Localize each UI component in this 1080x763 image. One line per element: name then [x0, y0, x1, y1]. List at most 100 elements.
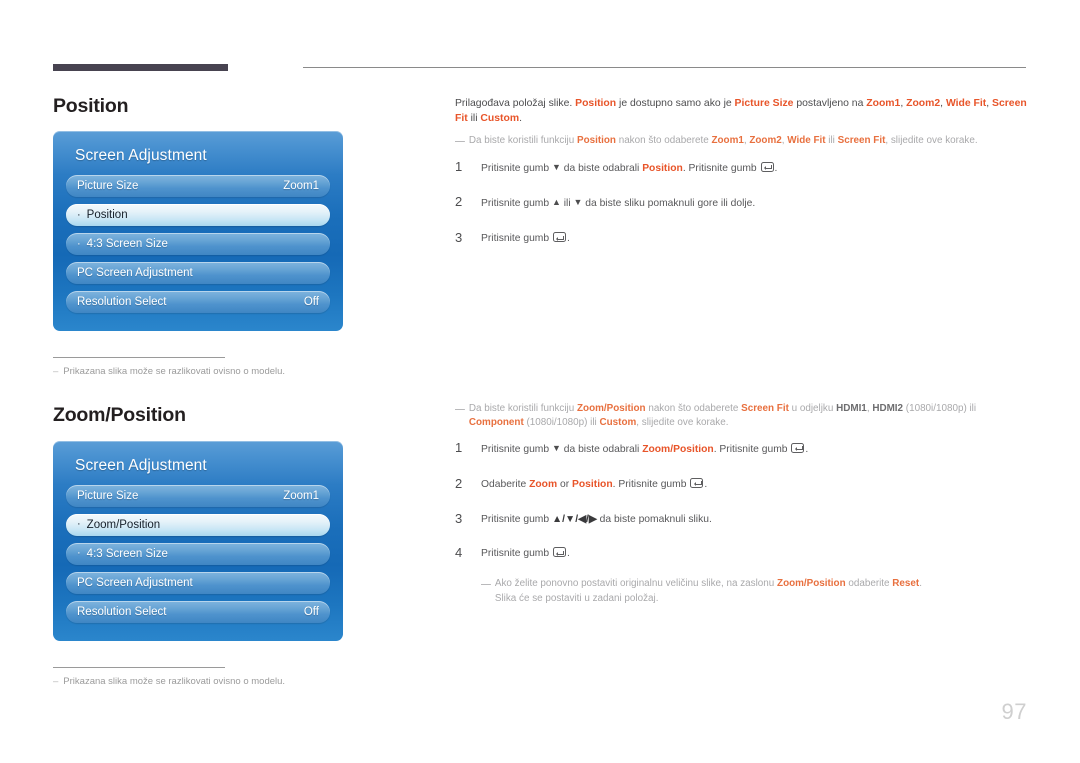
position-step-list: 1 Pritisnite gumb ▼ da biste odabrali Po… — [455, 159, 1027, 248]
note-text: odaberite — [845, 578, 893, 590]
bullet-icon: · — [77, 208, 81, 221]
osd-row-text: PC Screen Adjustment — [77, 267, 193, 280]
step-fragment: ili — [560, 198, 574, 210]
step-fragment: Pritisnite gumb — [481, 233, 552, 245]
enter-key-icon — [552, 232, 566, 243]
osd-row-zoom-position[interactable]: · Zoom/Position — [66, 513, 330, 536]
osd-row-43-screen-size[interactable]: · 4:3 Screen Size — [66, 233, 330, 256]
note-text: Da biste koristili funkciju — [468, 135, 577, 147]
footnote: – Prikazana slika može se razlikovati ov… — [53, 676, 353, 689]
step-fragment: da biste odabrali — [560, 443, 643, 455]
footnote-divider — [53, 666, 225, 668]
osd-row-text: Picture Size — [77, 489, 139, 502]
keyword-wide-fit: Wide Fit — [787, 135, 826, 147]
keyword-position: Position — [572, 478, 613, 490]
step-number: 2 — [455, 475, 463, 491]
keyword-screen-fit: Screen Fit — [837, 135, 886, 147]
note-dash: — — [455, 404, 465, 415]
footnote-block-zoom-position: – Prikazana slika može se razlikovati ov… — [53, 666, 353, 689]
osd-row-resolution-select[interactable]: Resolution Select Off — [66, 600, 330, 623]
osd-row-label: · Zoom/Position — [77, 519, 160, 531]
step-fragment: or — [557, 478, 573, 490]
note-text: , slijedite ove korake. — [885, 135, 978, 147]
step-text: Pritisnite gumb ▼ da biste odabrali Posi… — [481, 160, 1027, 177]
footnote-text: Prikazana slika može se razlikovati ovis… — [63, 366, 286, 378]
osd-row-resolution-select[interactable]: Resolution Select Off — [66, 291, 330, 314]
keyword-component: Component — [468, 417, 524, 429]
arrow-up-icon: ▲ — [551, 197, 561, 208]
osd-row-label: · 4:3 Screen Size — [77, 238, 168, 250]
keyword-position: Position — [575, 98, 617, 109]
keyword-wide-fit: Wide Fit — [945, 98, 987, 109]
bullet-icon: · — [77, 547, 81, 560]
step-text: Odaberite Zoom or Position. Pritisnite g… — [481, 477, 1027, 493]
keyword-zoom-position: Zoom/Position — [642, 443, 714, 455]
step-fragment: da biste sliku pomaknuli gore ili dolje. — [582, 198, 756, 210]
zoom-position-note: — Da biste koristili funkciju Zoom/Posit… — [455, 402, 1027, 431]
step-fragment: . Pritisnite gumb — [682, 162, 760, 174]
bullet-icon: · — [77, 237, 81, 250]
step-item: 1 Pritisnite gumb ▼ da biste odabrali Zo… — [455, 441, 1027, 458]
position-instructions: Prilagođava položaj slike. Position je d… — [455, 96, 1027, 266]
osd-row-picture-size[interactable]: Picture Size Zoom1 — [66, 175, 330, 198]
keyword-zoom-position: Zoom/Position — [577, 403, 646, 414]
footnote-divider — [53, 357, 225, 359]
note-text: u odjeljku — [788, 403, 837, 414]
osd-row-text: Picture Size — [77, 180, 139, 193]
enter-key-icon — [552, 547, 566, 558]
header-rule-thick — [53, 64, 228, 71]
osd-row-pc-screen-adjustment[interactable]: PC Screen Adjustment — [66, 571, 330, 594]
step-text: Pritisnite gumb ▲/▼/◀/▶ da biste pomaknu… — [481, 512, 1027, 528]
page-header-rules — [53, 64, 1026, 76]
osd-row-text: Position — [86, 209, 128, 222]
step-fragment: da biste odabrali — [560, 162, 643, 174]
osd-row-value: Zoom1 — [283, 489, 319, 502]
keyword-zoom2: Zoom2 — [906, 98, 941, 109]
step-fragment: da biste pomaknuli sliku. — [596, 513, 712, 525]
step-text: Pritisnite gumb . — [481, 546, 1027, 562]
keyword-zoom-position: Zoom/Position — [777, 578, 846, 590]
keyword-zoom1: Zoom1 — [866, 98, 901, 109]
keyword-reset: Reset — [892, 578, 920, 590]
osd-row-label: · Position — [77, 209, 128, 221]
osd-row-value: Off — [303, 296, 319, 309]
intro-text: Prilagođava položaj slike. — [455, 98, 576, 109]
keyword-zoom2: Zoom2 — [749, 135, 782, 147]
osd-row-text: 4:3 Screen Size — [86, 547, 168, 560]
osd-row-pc-screen-adjustment[interactable]: PC Screen Adjustment — [66, 262, 330, 285]
osd-row-43-screen-size[interactable]: · 4:3 Screen Size — [66, 542, 330, 565]
osd-row-label: PC Screen Adjustment — [77, 577, 193, 589]
osd-row-picture-size[interactable]: Picture Size Zoom1 — [66, 484, 330, 507]
zoom-position-step-list: 1 Pritisnite gumb ▼ da biste odabrali Zo… — [455, 441, 1027, 563]
page-title-position: Position — [53, 95, 129, 117]
osd-panel-title: Screen Adjustment — [75, 456, 207, 474]
position-intro-paragraph: Prilagođava položaj slike. Position je d… — [455, 96, 1027, 126]
zoom-position-instructions: — Da biste koristili funkciju Zoom/Posit… — [455, 402, 1027, 607]
note-text: nakon što odaberete — [615, 135, 712, 147]
step-fragment: . — [774, 162, 778, 174]
arrow-down-icon: ▼ — [551, 161, 561, 172]
step-text: Pritisnite gumb ▲ ili ▼ da biste sliku p… — [481, 195, 1027, 212]
note-text-line2: Slika će se postaviti u zadani položaj. — [494, 593, 659, 605]
keyword-position: Position — [577, 135, 616, 147]
step-number: 3 — [455, 510, 463, 526]
arrow-down-icon: ▼ — [551, 442, 561, 453]
step-text: Pritisnite gumb . — [481, 231, 1027, 247]
arrow-cluster-icon: ▲/▼/◀/▶ — [551, 513, 597, 525]
osd-row-label: Resolution Select — [77, 606, 167, 618]
footnote-block-position: – Prikazana slika može se razlikovati ov… — [53, 357, 353, 379]
step-item: 1 Pritisnite gumb ▼ da biste odabrali Po… — [455, 159, 1027, 177]
osd-row-text: Resolution Select — [77, 605, 167, 618]
keyword-screen-fit: Screen Fit — [741, 403, 789, 414]
keyword-hdmi2: HDMI2 — [872, 403, 904, 414]
step-fragment: Pritisnite gumb — [481, 162, 552, 174]
note-text: Da biste koristili funkciju — [468, 403, 577, 414]
keyword-hdmi1: HDMI1 — [836, 403, 867, 414]
step-item: 4 Pritisnite gumb . — [455, 546, 1027, 562]
osd-row-position[interactable]: · Position — [66, 204, 330, 227]
keyword-zoom1: Zoom1 — [711, 135, 744, 147]
osd-row-label: Picture Size — [77, 490, 138, 502]
intro-text: . — [519, 113, 522, 125]
osd-row-text: Resolution Select — [77, 296, 167, 309]
step-item: 2 Odaberite Zoom or Position. Pritisnite… — [455, 475, 1027, 493]
